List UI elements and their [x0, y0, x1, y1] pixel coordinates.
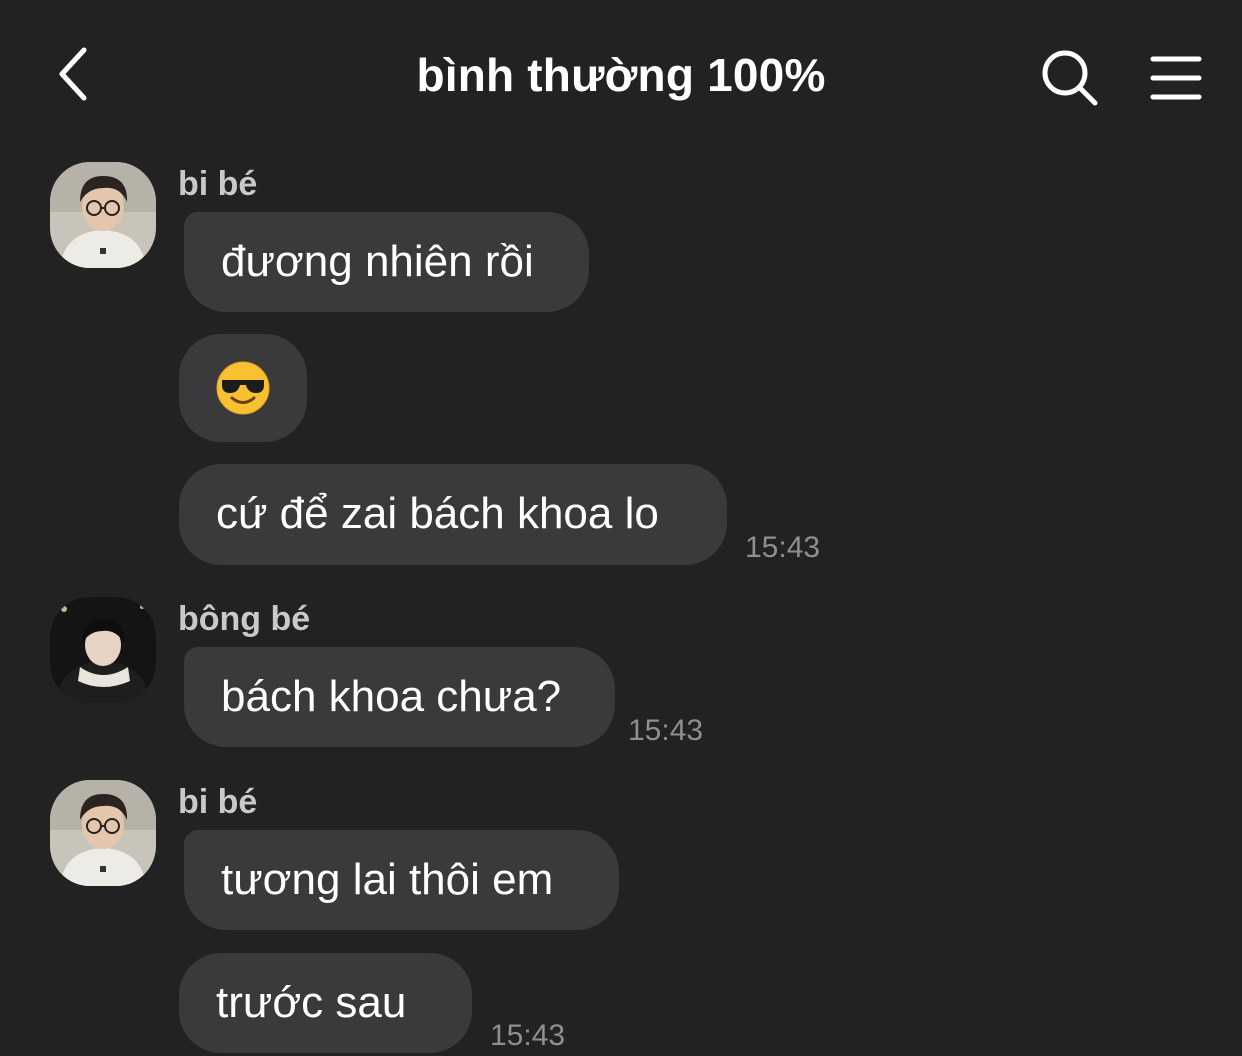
- message-bubble[interactable]: bách khoa chưa?: [184, 647, 615, 747]
- message-timestamp: 15:43: [490, 1019, 566, 1052]
- search-icon: [1042, 50, 1098, 106]
- emoji-bubble[interactable]: [179, 334, 307, 442]
- avatar-photo: [50, 597, 156, 703]
- message-bubble[interactable]: đương nhiên rồi: [184, 212, 589, 312]
- message-timestamp: 15:43: [628, 714, 704, 747]
- chat-screen: bình thường 100% bi bé đương nhiên rồi c…: [0, 0, 1242, 1056]
- smiling-face-with-sunglasses-icon: [216, 361, 270, 415]
- back-button[interactable]: [34, 34, 114, 114]
- sender-name: bi bé: [178, 165, 258, 203]
- menu-icon: [1150, 56, 1202, 100]
- avatar[interactable]: [50, 597, 156, 703]
- avatar[interactable]: [50, 162, 156, 268]
- chat-header: bình thường 100%: [0, 0, 1242, 150]
- avatar-photo: [50, 162, 156, 268]
- message-bubble[interactable]: cứ để zai bách khoa lo: [179, 464, 727, 565]
- menu-button[interactable]: [1136, 38, 1216, 118]
- chat-title: bình thường 100%: [416, 49, 826, 101]
- avatar[interactable]: [50, 780, 156, 886]
- sender-name: bông bé: [178, 600, 311, 638]
- sender-name: bi bé: [178, 783, 258, 821]
- message-bubble[interactable]: tương lai thôi em: [184, 830, 619, 930]
- search-button[interactable]: [1030, 38, 1110, 118]
- avatar-photo: [50, 780, 156, 886]
- message-bubble[interactable]: trước sau: [179, 953, 472, 1053]
- chevron-left-icon: [59, 47, 87, 101]
- message-timestamp: 15:43: [745, 531, 821, 564]
